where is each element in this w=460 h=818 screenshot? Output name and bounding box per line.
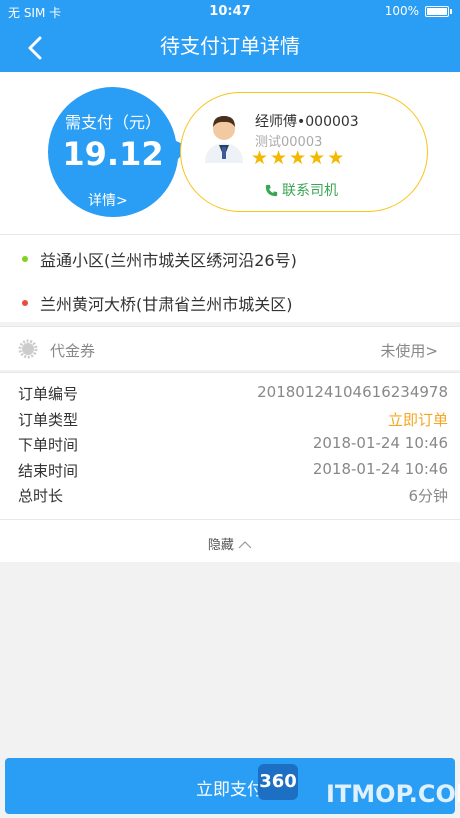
pay-now-button[interactable]: 立即支付 <box>5 758 455 814</box>
coupon-gear-icon <box>18 339 38 359</box>
order-row-created: 下单时间 2018-01-24 10:46 <box>18 434 448 456</box>
star-icon: ★ <box>308 147 326 169</box>
status-bar: 无 SIM 卡 10:47 100% <box>0 0 460 24</box>
star-icon: ★ <box>251 147 269 169</box>
order-key: 订单编号 <box>18 385 79 403</box>
coupon-row[interactable]: 代金券 未使用> <box>0 326 460 370</box>
star-icon: ★ <box>270 147 288 169</box>
start-address: 益通小区(兰州市城关区绣河沿26号) <box>22 247 297 271</box>
driver-rating: ★ ★ ★ ★ ★ <box>251 147 344 169</box>
end-dot-icon <box>22 300 28 306</box>
status-right: 100% <box>385 4 452 18</box>
hide-toggle[interactable]: 隐藏 <box>0 519 460 563</box>
coupon-value: 未使用> <box>380 342 438 360</box>
driver-avatar-icon <box>205 116 243 163</box>
order-value: 2018-01-24 10:46 <box>312 434 448 452</box>
need-pay-label: 需支付（元） <box>64 113 161 132</box>
battery-tip-icon <box>450 8 452 14</box>
hide-label: 隐藏 <box>207 538 234 553</box>
order-row-type: 订单类型 立即订单 <box>18 409 448 431</box>
end-address-text: 兰州黄河大桥(甘肃省兰州市城关区) <box>40 295 293 314</box>
address-section: 益通小区(兰州市城关区绣河沿26号) 兰州黄河大桥(甘肃省兰州市城关区) <box>0 234 460 322</box>
order-value: 20180124104616234978 <box>257 383 448 401</box>
star-icon: ★ <box>327 147 345 169</box>
order-row-ended: 结束时间 2018-01-24 10:46 <box>18 460 448 482</box>
details-link[interactable]: 详情> <box>88 190 128 210</box>
order-value: 2018-01-24 10:46 <box>312 460 448 478</box>
contact-driver-label: 联系司机 <box>282 183 338 199</box>
battery-icon <box>425 5 449 17</box>
order-key: 总时长 <box>18 487 64 505</box>
pay-amount: 19.12 <box>62 135 164 173</box>
contact-driver-button[interactable]: 联系司机 <box>265 180 338 200</box>
phone-icon <box>265 184 278 196</box>
driver-card: 经师傅•000003 测试00003 ★ ★ ★ ★ ★ 联系司机 <box>180 92 428 212</box>
star-icon: ★ <box>289 147 307 169</box>
order-value: 立即订单 <box>387 411 448 429</box>
order-info: 订单编号 20180124104616234978 订单类型 立即订单 下单时间… <box>0 372 460 562</box>
end-address: 兰州黄河大桥(甘肃省兰州市城关区) <box>22 291 293 315</box>
start-address-text: 益通小区(兰州市城关区绣河沿26号) <box>40 251 297 270</box>
order-row-duration: 总时长 6分钟 <box>18 485 448 507</box>
page-title: 待支付订单详情 <box>160 34 300 58</box>
coupon-label: 代金券 <box>50 342 96 360</box>
top-bar: 无 SIM 卡 10:47 100% 待支付订单详情 <box>0 0 460 72</box>
order-key: 结束时间 <box>18 462 79 480</box>
order-key: 下单时间 <box>18 436 79 454</box>
order-key: 订单类型 <box>18 411 79 429</box>
battery-percent: 100% <box>384 4 419 18</box>
driver-name: 经师傅•000003 <box>255 114 359 130</box>
order-value: 6分钟 <box>408 487 448 505</box>
chevron-up-icon <box>238 541 252 549</box>
order-row-number: 订单编号 20180124104616234978 <box>18 383 448 405</box>
start-dot-icon <box>22 256 28 262</box>
